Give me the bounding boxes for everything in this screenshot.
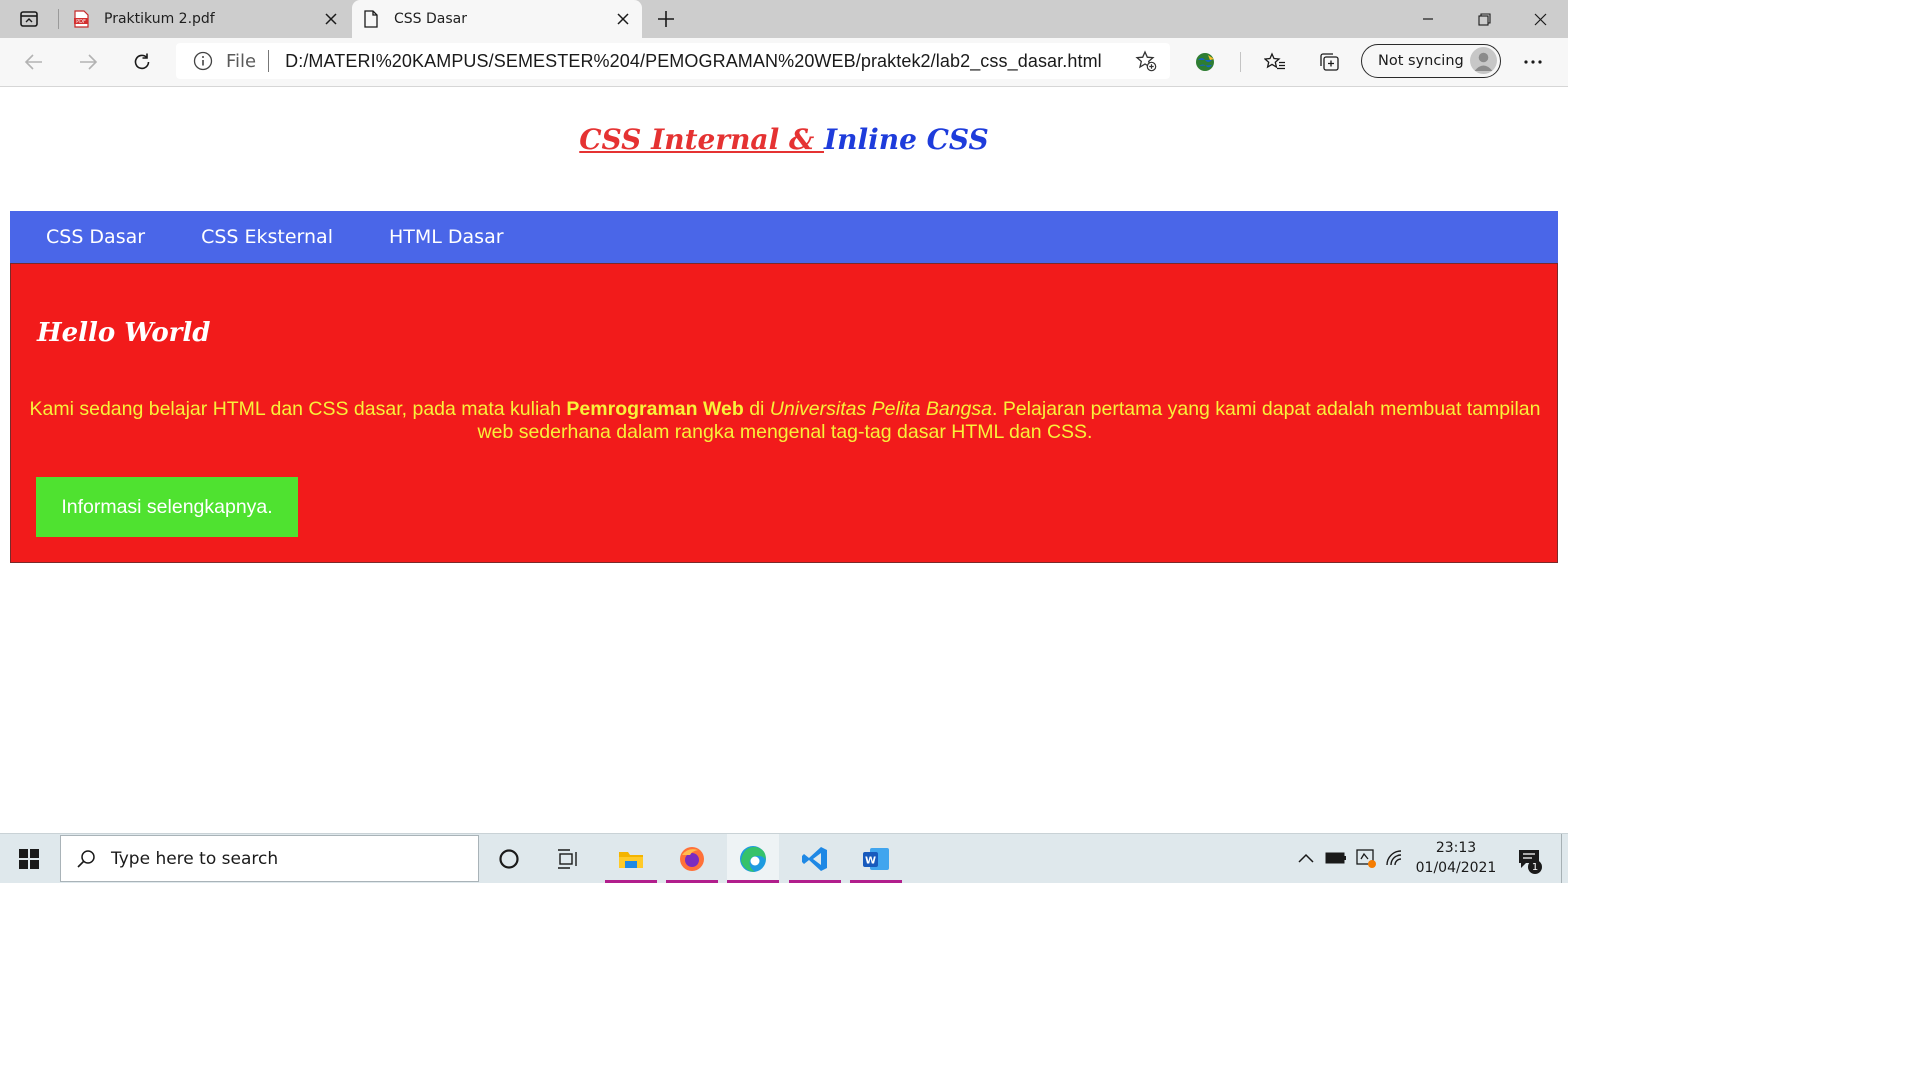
- nav-link-html-dasar[interactable]: HTML Dasar: [389, 226, 504, 248]
- back-button[interactable]: [18, 47, 50, 77]
- restore-icon: [1477, 12, 1491, 26]
- paragraph-bold-course: Pemrograman Web: [566, 398, 744, 420]
- start-button[interactable]: [4, 834, 54, 883]
- task-view-icon: [558, 848, 577, 869]
- minimize-icon: [1423, 18, 1433, 20]
- notification-count-badge: 1: [1528, 860, 1542, 874]
- tab-title: Praktikum 2.pdf: [104, 11, 215, 27]
- taskbar-word[interactable]: W: [850, 834, 902, 883]
- avatar: [1470, 47, 1497, 74]
- more-options-icon: [1524, 60, 1542, 64]
- taskbar-firefox[interactable]: [666, 834, 718, 883]
- taskbar-clock[interactable]: 23:13 01/04/2021: [1410, 838, 1502, 878]
- wifi-icon: [1386, 850, 1402, 866]
- minimize-button[interactable]: [1400, 0, 1456, 38]
- cortana-button[interactable]: [483, 834, 535, 883]
- close-window-button[interactable]: [1512, 0, 1568, 38]
- taskbar-search-input[interactable]: Type here to search: [60, 835, 479, 882]
- refresh-icon: [134, 53, 150, 70]
- restore-button[interactable]: [1456, 0, 1512, 38]
- profile-sync-button[interactable]: Not syncing: [1361, 44, 1501, 78]
- globe-extension-icon: [1196, 53, 1214, 71]
- page-title-part-internal: CSS Internal &: [579, 123, 824, 156]
- tab-strip: PDF Praktikum 2.pdf CSS Dasar: [0, 0, 1568, 38]
- battery-icon: [1325, 852, 1346, 864]
- page-icon: [362, 10, 380, 28]
- paragraph-text: Kami sedang belajar HTML dan CSS dasar, …: [29, 398, 567, 420]
- page-title: CSS Internal & Inline CSS: [0, 123, 1568, 156]
- back-arrow-icon: [24, 54, 42, 70]
- cortana-icon: [499, 848, 519, 869]
- tab-actions-button[interactable]: [14, 7, 44, 31]
- favorites-icon: [1264, 52, 1285, 70]
- tab-divider: [58, 9, 59, 29]
- web-page: CSS Internal & Inline CSS CSS Dasar CSS …: [0, 87, 1568, 833]
- action-center-button[interactable]: 1: [1514, 844, 1544, 874]
- browser-toolbar: File D:/MATERI%20KAMPUS/SEMESTER%204/PEM…: [0, 38, 1568, 87]
- paragraph-text: di: [743, 398, 770, 420]
- sync-status-label: Not syncing: [1378, 53, 1464, 69]
- taskbar-vscode[interactable]: [789, 834, 841, 883]
- edge-icon: [740, 845, 766, 872]
- search-placeholder: Type here to search: [111, 848, 279, 869]
- close-tab-icon[interactable]: [608, 4, 638, 34]
- windows-logo-icon: [19, 848, 39, 869]
- tray-app-icon: [1356, 849, 1376, 868]
- tab-praktikum-pdf[interactable]: PDF Praktikum 2.pdf: [62, 0, 350, 38]
- svg-text:PDF: PDF: [76, 19, 86, 25]
- close-icon: [1534, 13, 1546, 25]
- wifi-button[interactable]: [1384, 846, 1408, 870]
- pdf-icon: PDF: [72, 10, 90, 28]
- refresh-button[interactable]: [126, 47, 158, 77]
- tab-title: CSS Dasar: [394, 11, 467, 27]
- taskbar: Type here to search W 23:13 01/04/2021 1: [0, 833, 1568, 883]
- show-desktop-button[interactable]: [1561, 834, 1562, 883]
- settings-more-button[interactable]: [1517, 47, 1549, 77]
- content-heading: Hello World: [37, 318, 211, 348]
- taskbar-edge[interactable]: [727, 834, 779, 883]
- folder-icon: [619, 851, 643, 868]
- plus-icon: [658, 11, 674, 27]
- firefox-icon: [680, 846, 704, 871]
- svg-text:W: W: [865, 855, 876, 866]
- add-favorite-icon[interactable]: [1134, 50, 1158, 72]
- collections-button[interactable]: [1313, 47, 1345, 77]
- nav-bar: CSS Dasar CSS Eksternal HTML Dasar: [10, 211, 1558, 263]
- word-icon: W: [863, 847, 889, 870]
- address-bar[interactable]: File D:/MATERI%20KAMPUS/SEMESTER%204/PEM…: [176, 43, 1170, 79]
- chevron-up-icon: [1298, 853, 1314, 863]
- page-title-part-inline: Inline CSS: [823, 123, 989, 156]
- clock-time: 23:13: [1435, 840, 1477, 856]
- nav-link-css-dasar[interactable]: CSS Dasar: [46, 226, 145, 248]
- content-paragraph: Kami sedang belajar HTML dan CSS dasar, …: [23, 398, 1547, 444]
- search-icon: [75, 848, 97, 870]
- battery-button[interactable]: [1324, 846, 1348, 870]
- info-icon[interactable]: [192, 50, 214, 72]
- show-hidden-icons-button[interactable]: [1294, 846, 1318, 870]
- toolbar-divider: [1240, 52, 1241, 72]
- taskbar-file-explorer[interactable]: [605, 834, 657, 883]
- tab-actions-icon: [20, 11, 38, 27]
- forward-button[interactable]: [72, 47, 104, 77]
- more-info-button[interactable]: Informasi selengkapnya.: [36, 477, 298, 537]
- new-tab-button[interactable]: [652, 6, 680, 32]
- vscode-icon: [802, 846, 827, 871]
- collections-icon: [1320, 53, 1339, 71]
- task-view-button[interactable]: [542, 834, 594, 883]
- extension-button[interactable]: [1189, 47, 1221, 77]
- address-url[interactable]: D:/MATERI%20KAMPUS/SEMESTER%204/PEMOGRAM…: [285, 51, 1102, 72]
- content-section: Hello World Kami sedang belajar HTML dan…: [10, 263, 1558, 563]
- forward-arrow-icon: [80, 54, 98, 70]
- favorites-button[interactable]: [1259, 47, 1291, 77]
- paragraph-italic-university: Universitas Pelita Bangsa: [769, 398, 992, 420]
- clock-date: 01/04/2021: [1415, 860, 1497, 876]
- close-tab-icon[interactable]: [316, 4, 346, 34]
- tray-app-button[interactable]: [1354, 846, 1378, 870]
- nav-link-css-eksternal[interactable]: CSS Eksternal: [201, 226, 333, 248]
- tab-css-dasar[interactable]: CSS Dasar: [352, 0, 642, 38]
- address-separator: [268, 50, 270, 72]
- address-scheme-label: File: [226, 50, 257, 72]
